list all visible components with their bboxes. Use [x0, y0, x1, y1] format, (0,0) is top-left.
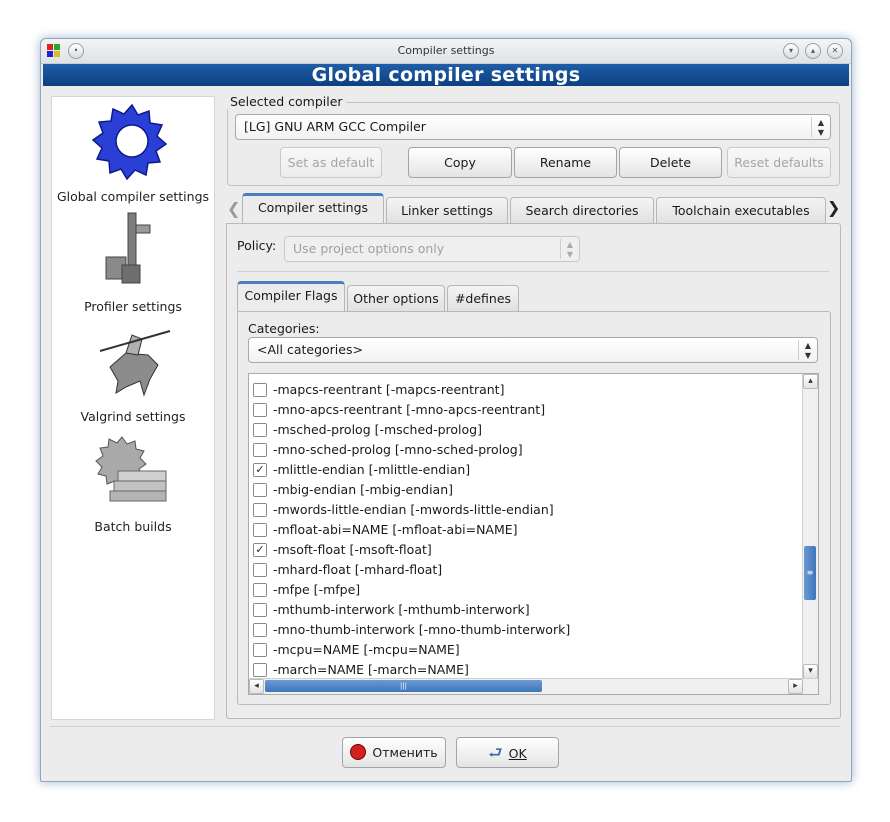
sidebar-item-batch-builds[interactable]: Batch builds	[52, 431, 214, 541]
divider	[237, 271, 829, 272]
minimize-button[interactable]: ▾	[783, 43, 799, 59]
window-title: Compiler settings	[397, 44, 495, 57]
horizontal-scroll-thumb[interactable]: |||	[265, 680, 542, 692]
flag-label: -mfloat-abi=NAME [-mfloat-abi=NAME]	[273, 522, 518, 537]
flag-label: -msoft-float [-msoft-float]	[273, 542, 432, 557]
flag-label: -mhard-float [-mhard-float]	[273, 562, 443, 577]
title-bar[interactable]: • Compiler settings ▾ ▴ ✕	[41, 39, 851, 64]
compiler-select-value: [LG] GNU ARM GCC Compiler	[244, 119, 426, 134]
page-banner: Global compiler settings	[43, 64, 849, 86]
selected-compiler-legend: Selected compiler	[227, 94, 346, 109]
flag-label: -mno-thumb-interwork [-mno-thumb-interwo…	[273, 622, 571, 637]
tab-scroll-left-icon[interactable]: ❮	[227, 199, 240, 219]
set-as-default-button[interactable]: Set as default	[280, 147, 382, 178]
tab-scroll-right-icon[interactable]: ❯	[827, 198, 840, 218]
tab-compiler-settings[interactable]: Compiler settings	[242, 193, 384, 223]
batch-builds-icon	[95, 436, 167, 502]
categories-label: Categories:	[248, 321, 320, 336]
profiler-icon	[105, 212, 151, 284]
flag-checkbox[interactable]	[253, 483, 267, 497]
policy-select-value: Use project options only	[293, 241, 445, 256]
copy-button[interactable]: Copy	[408, 147, 512, 178]
vertical-scrollbar[interactable]: ▴ ≡ ▾	[802, 374, 818, 679]
valgrind-icon	[99, 330, 171, 397]
flag-label: -mapcs-reentrant [-mapcs-reentrant]	[273, 382, 505, 397]
gear-icon	[92, 103, 168, 181]
flag-label: -march=NAME [-march=NAME]	[273, 662, 469, 677]
flag-label: -mcpu=NAME [-mcpu=NAME]	[273, 642, 460, 657]
chevron-updown-icon: ▲ ▼	[811, 117, 830, 137]
compiler-select[interactable]: [LG] GNU ARM GCC Compiler ▲ ▼	[235, 114, 831, 140]
tab-toolchain-executables[interactable]: Toolchain executables	[656, 197, 826, 224]
scroll-up-icon[interactable]: ▴	[803, 374, 818, 389]
close-button[interactable]: ✕	[827, 43, 843, 59]
ok-label: OK	[508, 746, 527, 761]
settings-sidebar: Global compiler settings Profiler settin…	[51, 96, 215, 720]
flag-label: -msched-prolog [-msched-prolog]	[273, 422, 482, 437]
categories-select[interactable]: <All categories> ▲ ▼	[248, 337, 818, 363]
tab-search-directories[interactable]: Search directories	[510, 197, 654, 224]
flag-checkbox[interactable]	[253, 443, 267, 457]
horizontal-scrollbar[interactable]: ◂ ||| ▸	[249, 678, 818, 694]
flag-label: -mfpe [-mfpe]	[273, 582, 361, 597]
policy-select[interactable]: Use project options only ▲ ▼	[284, 236, 580, 262]
flag-checkbox[interactable]	[253, 403, 267, 417]
flag-label: -mwords-little-endian [-mwords-little-en…	[273, 502, 554, 517]
scroll-left-icon[interactable]: ◂	[249, 679, 264, 694]
flag-checkbox[interactable]	[253, 423, 267, 437]
delete-button[interactable]: Delete	[619, 147, 722, 178]
policy-label: Policy:	[237, 238, 277, 253]
stop-icon	[350, 744, 367, 760]
flag-checkbox[interactable]	[253, 383, 267, 397]
flag-checkbox[interactable]	[253, 643, 267, 657]
tab-defines[interactable]: #defines	[447, 285, 519, 312]
flag-checkbox[interactable]: ✓	[253, 543, 267, 557]
flag-checkbox[interactable]: ✓	[253, 463, 267, 477]
sidebar-item-valgrind[interactable]: Valgrind settings	[52, 321, 214, 431]
categories-select-value: <All categories>	[257, 342, 363, 357]
flag-label: -mno-apcs-reentrant [-mno-apcs-reentrant…	[273, 402, 546, 417]
flag-checkbox[interactable]	[253, 603, 267, 617]
cancel-button[interactable]: Отменить	[342, 737, 446, 768]
ok-button[interactable]: ⮐ OK	[456, 737, 559, 768]
flag-checkbox[interactable]	[253, 583, 267, 597]
sidebar-item-label: Profiler settings	[84, 299, 182, 314]
flag-checkbox[interactable]	[253, 623, 267, 637]
flag-checkbox[interactable]	[253, 563, 267, 577]
sidebar-item-label: Batch builds	[94, 519, 172, 534]
maximize-button[interactable]: ▴	[805, 43, 821, 59]
flag-label: -mno-sched-prolog [-mno-sched-prolog]	[273, 442, 523, 457]
sidebar-item-global-compiler[interactable]: Global compiler settings	[52, 101, 214, 211]
footer-divider	[50, 726, 840, 727]
sidebar-item-label: Valgrind settings	[80, 409, 186, 424]
cancel-label: Отменить	[372, 745, 438, 760]
compiler-flags-list[interactable]: -mapcs-reentrant [-mapcs-reentrant] -mno-…	[248, 373, 819, 695]
sidebar-item-label: Global compiler settings	[56, 189, 210, 204]
reset-defaults-button[interactable]: Reset defaults	[727, 147, 831, 178]
scroll-right-icon[interactable]: ▸	[788, 679, 803, 694]
chevron-updown-icon: ▲ ▼	[560, 239, 579, 259]
enter-arrow-icon: ⮐	[488, 743, 503, 762]
rename-button[interactable]: Rename	[514, 147, 617, 178]
flag-checkbox[interactable]	[253, 663, 267, 677]
tab-compiler-flags[interactable]: Compiler Flags	[237, 281, 345, 311]
flag-checkbox[interactable]	[253, 523, 267, 537]
flag-label: -mbig-endian [-mbig-endian]	[273, 482, 454, 497]
tab-linker-settings[interactable]: Linker settings	[386, 197, 508, 224]
flag-label: -mlittle-endian [-mlittle-endian]	[273, 462, 471, 477]
scroll-down-icon[interactable]: ▾	[803, 664, 818, 679]
sidebar-item-profiler[interactable]: Profiler settings	[52, 211, 214, 321]
flag-label: -mthumb-interwork [-mthumb-interwork]	[273, 602, 530, 617]
flag-checkbox[interactable]	[253, 503, 267, 517]
tab-other-options[interactable]: Other options	[347, 285, 445, 312]
vertical-scroll-thumb[interactable]: ≡	[804, 546, 816, 600]
chevron-updown-icon: ▲ ▼	[798, 340, 817, 360]
